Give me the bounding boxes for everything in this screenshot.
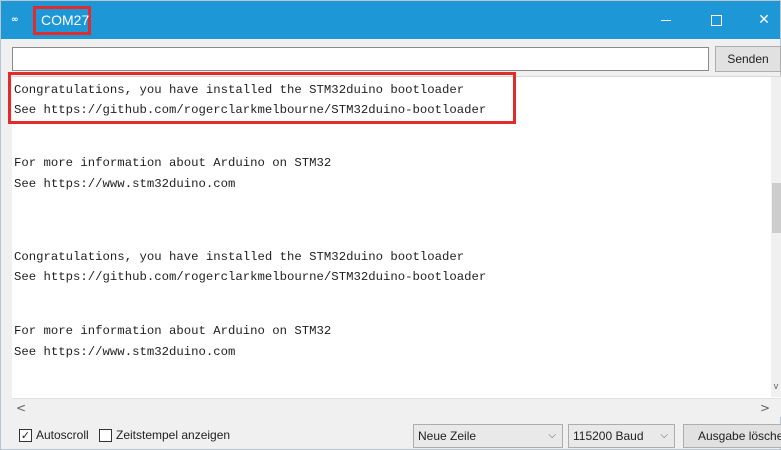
output-line: See https://github.com/rogerclarkmelbour…	[14, 270, 487, 284]
line-ending-value: Neue Zeile	[418, 429, 477, 443]
maximize-icon	[710, 14, 722, 26]
checkmark-icon: ✓	[20, 429, 31, 442]
output-line: See https://www.stm32duino.com	[14, 177, 236, 191]
autoscroll-checkbox[interactable]: ✓	[19, 429, 32, 442]
timestamp-label[interactable]: Zeitstempel anzeigen	[116, 428, 230, 442]
close-button[interactable]: ✕	[741, 1, 781, 39]
scroll-left-icon[interactable]: <	[12, 399, 30, 417]
output-line: Congratulations, you have installed the …	[14, 250, 465, 264]
output-line: For more information about Arduino on ST…	[14, 324, 332, 338]
horizontal-scrollbar[interactable]: < >	[12, 398, 781, 417]
output-line: See https://www.stm32duino.com	[14, 345, 236, 359]
serial-monitor-window: ∞ COM27 ✕ Senden Congratulations, you ha…	[0, 0, 781, 450]
clear-output-button[interactable]: Ausgabe löschen	[683, 424, 781, 448]
chevron-down-icon: ⌵	[660, 430, 668, 441]
scroll-down-icon[interactable]: v	[771, 379, 781, 393]
title-bar[interactable]: ∞ COM27 ✕	[1, 1, 780, 39]
maximize-button[interactable]	[693, 1, 739, 39]
close-icon: ✕	[758, 12, 770, 28]
output-line: For more information about Arduino on ST…	[14, 156, 332, 170]
send-button[interactable]: Senden	[715, 46, 781, 72]
minimize-icon	[661, 19, 671, 21]
send-input[interactable]	[12, 47, 709, 71]
minimize-button[interactable]	[643, 1, 689, 39]
autoscroll-label[interactable]: Autoscroll	[36, 428, 89, 442]
arduino-infinity-icon: ∞	[11, 15, 19, 25]
window-title: COM27	[41, 12, 90, 28]
output-highlight-box	[8, 72, 516, 124]
baud-rate-select[interactable]: 115200 Baud ⌵	[568, 424, 675, 448]
bottom-toolbar: ✓ Autoscroll Zeitstempel anzeigen Neue Z…	[1, 419, 781, 449]
scroll-right-icon[interactable]: >	[756, 399, 774, 417]
line-ending-select[interactable]: Neue Zeile ⌵	[413, 424, 563, 448]
vertical-scroll-thumb[interactable]	[772, 183, 781, 233]
timestamp-checkbox[interactable]	[99, 429, 112, 442]
vertical-scrollbar[interactable]: v	[771, 77, 781, 397]
serial-output-area[interactable]: Congratulations, you have installed the …	[8, 72, 781, 398]
baud-rate-value: 115200 Baud	[573, 429, 644, 443]
chevron-down-icon: ⌵	[548, 430, 556, 441]
